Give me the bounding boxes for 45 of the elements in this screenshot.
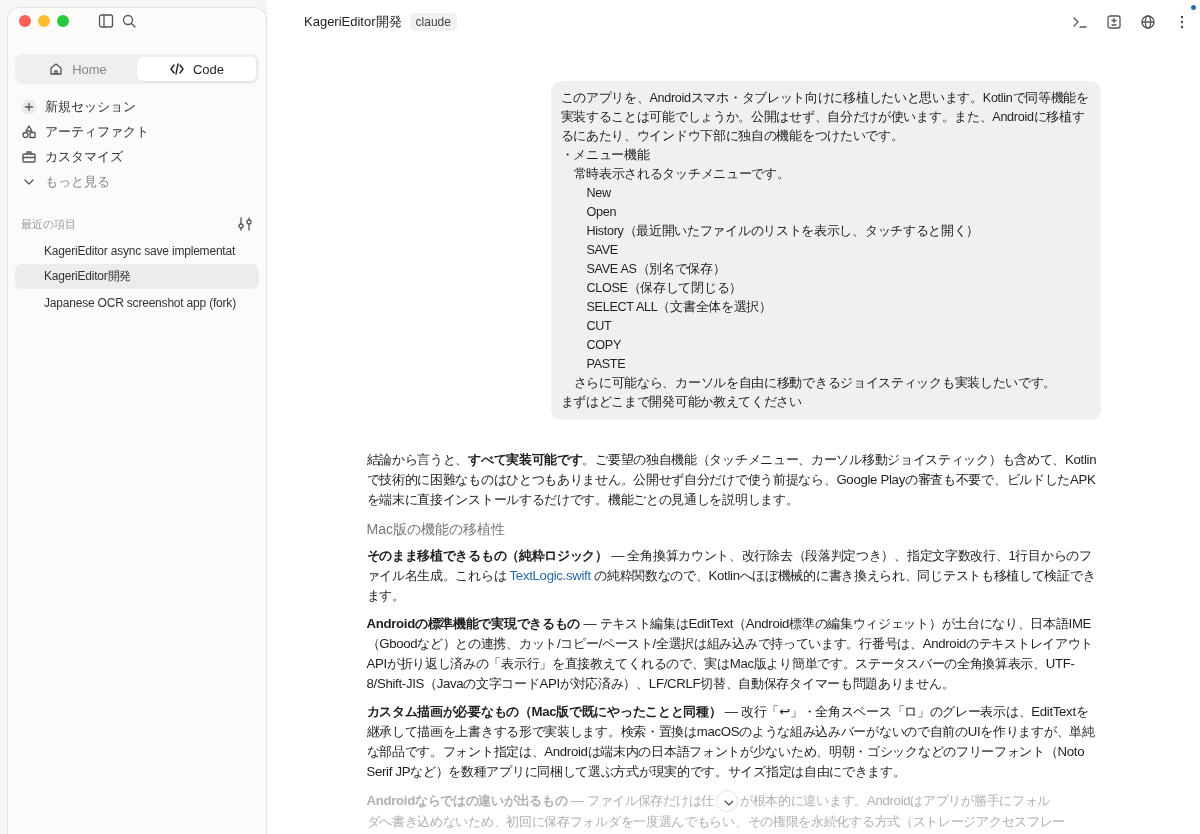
message-line: New [585, 185, 612, 202]
nav-item[interactable]: アーティファクト [15, 119, 155, 144]
message-line: SELECT ALL（文書全体を選択） [585, 299, 773, 316]
recent-item[interactable]: KageriEditor async save implementat [15, 238, 259, 263]
paragraph: カスタム描画が必要なもの（Mac版で既にやったことと同種） — 改行「↩」・全角スペース「ロ」のグレー表示は、EditTextを継承して描画を上書きする形で実装します。検索・置換はmacOSのような組み込みバーがないので自前のUIを作りますが、単純な部品です。フォント指定は、Androidは端末内の日本語フォントが少ないため、明朝・ゴシックなどのフリーフォント（Noto Serif JPなど）を数種アプリに同梱して選ぶ方式が現実的です。サイズ指定は自由にできます。 [366, 703, 1096, 781]
code-icon [168, 61, 185, 77]
message-line: このアプリを、Androidスマホ・タブレット向けに移植したいと思います。Kotlinで同等機能を実装することは可能でしょうか。公開はせず、自分だけが使います。また、Androidに移植するにあたり、ウインドウ下部に独自の機能をつけたいです。 [560, 90, 1090, 145]
file-link[interactable]: TextLogic.swift [509, 568, 591, 583]
briefcase-icon [21, 148, 37, 165]
filter-icon[interactable] [237, 216, 253, 232]
message-line: CUT [585, 318, 613, 335]
paragraph: そのまま移植できるもの（純粋ロジック） — 全角換算カウント、改行除去（段落判定つき）、指定文字数改行、1行目からのファイル名生成。これらは TextLogic.swift の純粋関数なので、Kotlinへほぼ機械的に書き換えられ、同じテストも移植して検証できます。 [366, 547, 1097, 605]
paragraph: 結論から言うと、すべて実装可能です。ご要望の独自機能（タッチメニュー、カーソル移動ジョイスティック）も含めて、Kotlinで技術的に困難なものはひとつもありません。公開せず自分だけで使う前提なら、Google Playの審査も不要で、ビルドしたAPKを端末に直接インストールするだけです。機能ごとの見通しを説明します。 [366, 451, 1098, 509]
message-line: CLOSE（保存して閉じる） [585, 280, 743, 297]
search-icon[interactable] [121, 13, 137, 29]
recent-item[interactable]: Japanese OCR screenshot app (fork) [15, 290, 259, 315]
home-icon [48, 61, 65, 77]
plus-icon [21, 98, 37, 115]
message-line: SAVE AS（別名で保存） [585, 261, 727, 278]
nav-item[interactable]: もっと見る [15, 169, 116, 194]
globe-icon[interactable] [1140, 14, 1156, 30]
conversation-title: KageriEditor開発 [304, 13, 402, 31]
tab[interactable]: Code [137, 57, 256, 81]
message-line: COPY [585, 337, 622, 354]
diff-icon[interactable] [1106, 14, 1122, 30]
repo-tag: claude [409, 13, 457, 31]
paragraph: Androidの標準機能で実現できるもの — テキスト編集はEditText（Android標準の編集ウィジェット）が土台になり、日本語IME（Gboodなど）との連携、カット/コピー/ペースト/全選択は組み込みで持っています。行番号は、AndroidのテキストレイアウトAPIが折り返し済みの「表示行」を直接教えてくれるので、実はMac版より簡単です。ステータスバーの全角換算表示、UTF-8/Shift-JIS（Javaの文字コードAPIが対応済み）、LF/CRLF切替、自動保存タイマーも問題ありません。 [366, 615, 1095, 693]
nav-item[interactable]: カスタマイズ [15, 144, 129, 169]
message-line: Open [585, 204, 618, 221]
message-line: History（最近開いたファイルのリストを表示し、タッチすると開く） [585, 223, 981, 240]
message-line: さらに可能なら、カーソルを自由に移動できるジョイスティックも実装したいです。 [572, 375, 1058, 392]
message-line: PASTE [585, 356, 627, 373]
paragraph: が根本的に違います。Androidはアプリが勝手にフォル [739, 792, 1051, 810]
shapes-icon [21, 123, 37, 140]
section-heading: 最近の項目 [21, 216, 76, 232]
sidebar-toggle-icon[interactable] [98, 13, 114, 29]
paragraph: Androidならではの違いが出るもの — ファイル保存だけは仕 [366, 792, 714, 810]
section-heading: Mac版の機能の移植性 [366, 520, 506, 539]
message-line: ・メニュー機能 [560, 147, 651, 164]
message-line: 常時表示されるタッチメニューです。 [572, 166, 791, 183]
message-line: SAVE [585, 242, 619, 259]
window-close-button[interactable] [19, 15, 31, 27]
recent-item[interactable]: KageriEditor開発 [15, 264, 259, 289]
message-line: まずはどこまで開発可能か教えてください [560, 394, 803, 411]
nav-item[interactable]: 新規セッション [15, 94, 142, 119]
